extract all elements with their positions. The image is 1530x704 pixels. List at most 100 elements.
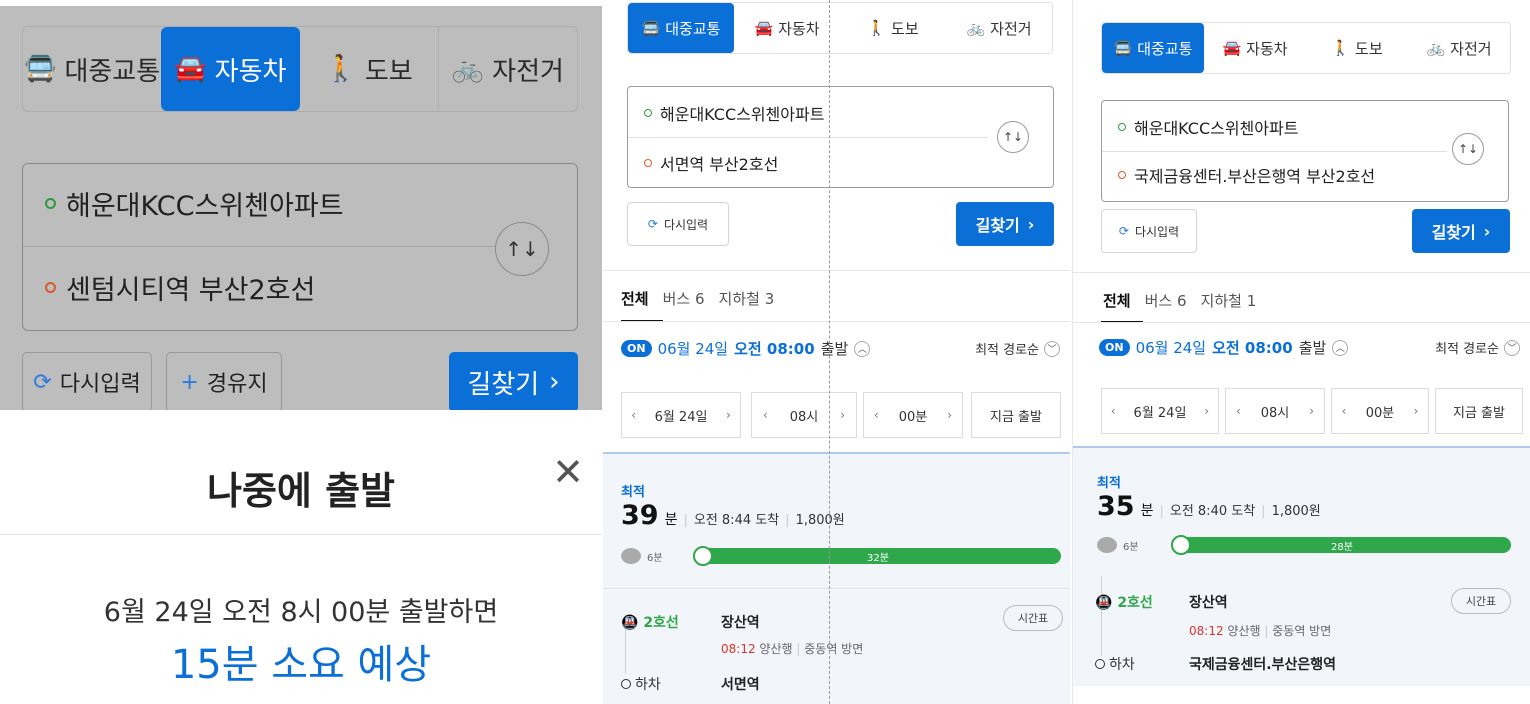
tab-bus[interactable]: 버스 6: [1145, 290, 1187, 311]
sort-dropdown[interactable]: 최적 경로순 ﹀: [975, 339, 1060, 358]
chevron-left-icon[interactable]: ‹: [1111, 404, 1116, 418]
destination-field[interactable]: 서면역 부산2호선: [644, 151, 778, 175]
mode-tab-car[interactable]: 🚘 자동차: [734, 3, 840, 53]
depart-time-toggle[interactable]: ON 06월 24일 오전 08:00 출발 ︿: [621, 338, 871, 359]
destination-dot-icon: [45, 282, 56, 293]
add-waypoint-button[interactable]: + 경유지: [166, 352, 282, 412]
origin-field[interactable]: 해운대KCC스위첸아파트: [1118, 115, 1298, 139]
separator: |: [1261, 504, 1266, 519]
destination-field[interactable]: 센텀시티역 부산2호선: [45, 268, 315, 307]
mode-tab-bike[interactable]: 🚲 자전거: [946, 3, 1052, 53]
mode-tab-transit[interactable]: 🚍 대중교통: [628, 3, 734, 53]
depart-time-toggle[interactable]: ON 06월 24일 오전 08:00 출발 ︿: [1099, 337, 1349, 358]
chevron-right-icon[interactable]: ›: [1309, 404, 1314, 418]
find-route-button[interactable]: 길찾기 ›: [956, 202, 1054, 246]
tab-subway[interactable]: 지하철 1: [1201, 290, 1257, 311]
mode-tab-transit[interactable]: 🚍 대중교통: [23, 27, 161, 111]
subway-icon: [1171, 535, 1191, 555]
walk-icon: 🚶: [867, 19, 887, 37]
mode-tab-walk[interactable]: 🚶 도보: [1306, 23, 1408, 73]
refresh-icon: ⟳: [33, 369, 52, 395]
board-station: 장산역: [721, 615, 760, 631]
picker-hour: 08시: [1260, 405, 1290, 421]
swap-icon[interactable]: ↑↓: [997, 121, 1029, 153]
duration-unit: 분: [664, 512, 678, 528]
now-label: 지금 출발: [1453, 405, 1505, 421]
car-icon: 🚘: [174, 54, 207, 84]
reset-button[interactable]: ⟳ 다시입력: [1101, 209, 1197, 253]
section-divider: [1073, 272, 1530, 273]
chevron-right-icon[interactable]: ›: [1204, 404, 1209, 418]
timetable-button[interactable]: 시간표: [1451, 588, 1511, 614]
tab-subway[interactable]: 지하철 3: [719, 288, 775, 309]
chevron-left-icon[interactable]: ‹: [1342, 404, 1347, 418]
origin-field[interactable]: 해운대KCC스위첸아파트: [644, 101, 824, 125]
separator: |: [1159, 504, 1164, 519]
reset-button[interactable]: ⟳ 다시입력: [22, 352, 152, 412]
mode-tab-transit[interactable]: 🚍 대중교통: [1102, 23, 1204, 73]
tab-all[interactable]: 전체: [621, 288, 649, 309]
route-divider: [1102, 151, 1447, 152]
departure-toward: 중동역 방면: [1272, 624, 1332, 638]
mode-tab-bike[interactable]: 🚲 자전거: [439, 27, 577, 111]
on-badge: ON: [1099, 339, 1130, 356]
timetable-button[interactable]: 시간표: [1003, 605, 1063, 631]
chevron-right-icon[interactable]: ›: [1414, 404, 1419, 418]
reset-button[interactable]: ⟳ 다시입력: [627, 202, 729, 246]
minute-picker: ‹ 00분 ›: [863, 392, 963, 438]
origin-text: 해운대KCC스위첸아파트: [1134, 119, 1299, 138]
sort-dropdown[interactable]: 최적 경로순 ﹀: [1435, 338, 1520, 357]
swap-icon[interactable]: ↑↓: [495, 222, 549, 276]
alight-station: 서면역: [721, 677, 760, 693]
route-result-card[interactable]: 최적 39 분 | 오전 8:44 도착 | 1,800원 6분 32분 🚇 2…: [603, 452, 1070, 704]
picker-date: 6월 24일: [654, 409, 708, 425]
close-icon[interactable]: ✕: [552, 450, 584, 494]
origin-field[interactable]: 해운대KCC스위첸아파트: [45, 184, 344, 223]
mode-tab-walk[interactable]: 🚶 도보: [300, 27, 439, 111]
bike-icon: 🚲: [1426, 39, 1446, 57]
destination-text: 국제금융센터.부산은행역 부산2호선: [1134, 167, 1376, 186]
mode-tab-walk[interactable]: 🚶 도보: [840, 3, 946, 53]
date-picker: ‹ 6월 24일 ›: [1101, 388, 1219, 434]
mode-tab-bike[interactable]: 🚲 자전거: [1408, 23, 1510, 73]
screenshot-root: 🚍 대중교통 🚘 자동차 🚶 도보 🚲 자전거 해운대KCC스위첸아파트 센텀시…: [0, 0, 1530, 704]
chevron-right-icon[interactable]: ›: [840, 408, 845, 422]
duration-number: 35: [1097, 491, 1135, 522]
chevron-left-icon[interactable]: ‹: [874, 408, 879, 422]
depart-now-button[interactable]: 지금 출발: [971, 392, 1061, 438]
top-strip: [0, 0, 602, 6]
mode-tab-car[interactable]: 🚘 자동차: [161, 27, 300, 111]
mode-tab-label: 자동차: [214, 56, 287, 87]
chevron-right-icon[interactable]: ›: [947, 408, 952, 422]
mode-tab-car[interactable]: 🚘 자동차: [1204, 23, 1306, 73]
chevron-up-icon[interactable]: ︿: [1332, 339, 1349, 356]
mode-tab-label: 대중교통: [1137, 39, 1193, 58]
refresh-icon: ⟳: [647, 217, 658, 231]
mode-tab-label: 대중교통: [64, 56, 161, 87]
depart-now-button[interactable]: 지금 출발: [1435, 388, 1523, 434]
result-tabs: 전체 버스 6 지하철 1: [1103, 290, 1256, 311]
tab-all[interactable]: 전체: [1103, 290, 1131, 311]
find-route-button[interactable]: 길찾기 ›: [449, 352, 578, 412]
chevron-up-icon[interactable]: ︿: [854, 340, 871, 357]
chevron-right-icon[interactable]: ›: [726, 408, 731, 422]
chevron-left-icon[interactable]: ‹: [1236, 404, 1241, 418]
route-result-card[interactable]: 최적 35 분 | 오전 8:40 도착 | 1,800원 6분 28분 🚇 2호…: [1073, 446, 1530, 686]
origin-dot-icon: [644, 109, 652, 117]
destination-text: 센텀시티역 부산2호선: [66, 275, 316, 306]
panel-a: 🚍 대중교통 🚘 자동차 🚶 도보 🚲 자전거 해운대KCC스위첸아파트 센텀시…: [0, 0, 602, 704]
swap-icon[interactable]: ↑↓: [1452, 133, 1484, 165]
find-route-button[interactable]: 길찾기 ›: [1412, 209, 1510, 253]
chevron-left-icon[interactable]: ‹: [763, 408, 768, 422]
walk-icon: 🚶: [1331, 39, 1351, 57]
tab-bus[interactable]: 버스 6: [663, 288, 705, 309]
route-box: 해운대KCC스위첸아파트 서면역 부산2호선 ↑↓: [627, 86, 1054, 188]
find-label: 길찾기: [467, 369, 540, 400]
find-label: 길찾기: [975, 216, 1020, 235]
destination-field[interactable]: 국제금융센터.부산은행역 부산2호선: [1118, 163, 1375, 187]
chevron-left-icon[interactable]: ‹: [631, 408, 636, 422]
destination-dot-icon: [1118, 171, 1126, 179]
best-badge: 최적: [621, 485, 645, 500]
segment-bar: 6분 32분: [621, 546, 1061, 566]
arrival-time: 오전 8:40 도착: [1169, 504, 1256, 519]
